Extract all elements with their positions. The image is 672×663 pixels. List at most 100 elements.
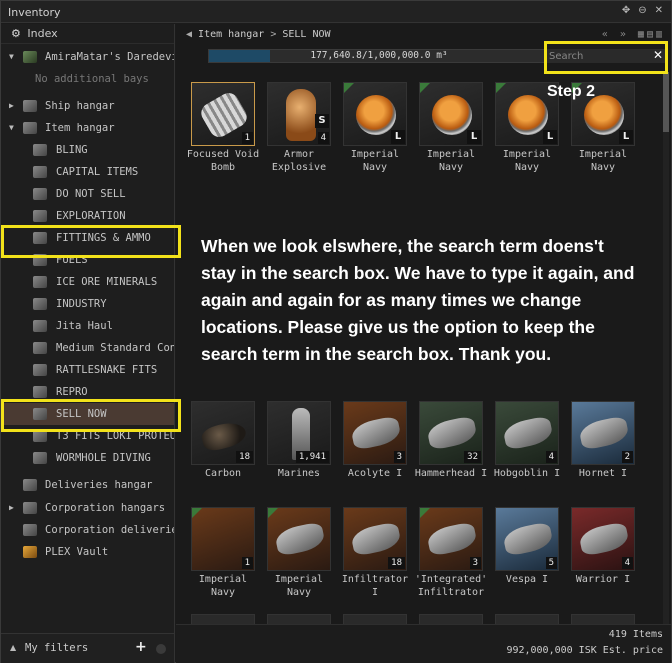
item-name: Armor Explosive xyxy=(271,149,327,173)
inventory-item[interactable]: 1,941 Marines xyxy=(267,401,333,480)
sidebar-folder-item[interactable]: BLING xyxy=(1,139,174,161)
item-icon[interactable]: 4 xyxy=(495,401,559,465)
sidebar-item-corporation-deliveries[interactable]: Corporation deliveries xyxy=(1,519,174,541)
add-filter-icon[interactable]: + xyxy=(135,639,147,655)
item-icon[interactable]: 1 xyxy=(191,507,255,571)
scrollbar[interactable] xyxy=(663,72,669,632)
expand-right-icon[interactable]: ▶ xyxy=(9,497,14,519)
item-icon[interactable]: 5 xyxy=(495,507,559,571)
item-art xyxy=(432,95,472,135)
sidebar-item-corporation-hangars[interactable]: ▶ Corporation hangars xyxy=(1,497,174,519)
item-icon[interactable]: 3 xyxy=(419,507,483,571)
folder-icon xyxy=(33,452,47,464)
sidebar-item-ship-hangar[interactable]: ▶ Ship hangar xyxy=(1,95,174,117)
item-icon[interactable] xyxy=(267,507,331,571)
partial-tile xyxy=(571,614,635,624)
item-art xyxy=(425,521,479,557)
sidebar-item-plex-vault[interactable]: PLEX Vault xyxy=(1,541,174,563)
item-tag-icon xyxy=(496,83,506,93)
item-tag-icon xyxy=(420,83,430,93)
item-name: Hornet I xyxy=(578,468,628,479)
sidebar-folder-item[interactable]: INDUSTRY xyxy=(1,293,174,315)
inventory-item[interactable]: 5 Vespa I xyxy=(495,507,561,586)
folder-label: Jita Haul xyxy=(56,320,113,332)
item-icon[interactable]: L xyxy=(343,82,407,146)
sidebar-folder-item[interactable]: Jita Haul xyxy=(1,315,174,337)
item-icon[interactable]: S4 xyxy=(267,82,331,146)
sidebar-item-deliveries-hangar[interactable]: Deliveries hangar xyxy=(1,474,174,496)
size-badge: L xyxy=(391,130,405,144)
sidebar-folder-item[interactable]: ICE ORE MINERALS xyxy=(1,271,174,293)
folder-label: DO NOT SELL xyxy=(56,188,126,200)
inventory-item[interactable]: 4 Hobgoblin I xyxy=(494,401,561,480)
item-icon[interactable]: 18 xyxy=(343,507,407,571)
scrollbar-thumb[interactable] xyxy=(663,72,669,132)
inventory-item[interactable]: L Imperial Navy xyxy=(343,82,409,174)
item-icon[interactable]: 18 xyxy=(191,401,255,465)
item-tag-icon xyxy=(420,508,430,518)
expand-down-icon[interactable]: ▼ xyxy=(9,117,14,139)
breadcrumb-root[interactable]: Item hangar xyxy=(198,29,264,40)
minimize-icon[interactable]: ⊖ xyxy=(638,5,646,16)
gear-icon[interactable]: ⚙ xyxy=(11,27,21,40)
ship-icon xyxy=(23,51,37,63)
item-quantity: 2 xyxy=(621,451,633,463)
item-tag-icon xyxy=(192,508,202,518)
inventory-item[interactable]: 1 Focused Void Bomb xyxy=(187,82,259,174)
item-quantity: 5 xyxy=(545,557,557,569)
capacity-text: 177,640.8/1,000,000.0 m³ xyxy=(310,50,448,61)
inventory-item[interactable]: 2 Hornet I xyxy=(571,401,637,480)
item-name: Imperial Navy xyxy=(198,574,248,598)
expand-up-icon[interactable]: ▲ xyxy=(10,643,16,652)
ship-entry[interactable]: ▼ AmiraMatar's Daredevil ( xyxy=(1,46,174,68)
folder-icon xyxy=(33,210,47,222)
index-header[interactable]: ⚙ Index xyxy=(1,24,174,44)
sidebar-folder-item[interactable]: DO NOT SELL xyxy=(1,183,174,205)
my-filters-label: My filters xyxy=(25,642,89,654)
folder-label: RATTLESNAKE FITS xyxy=(56,364,158,376)
sidebar-item-item-hangar[interactable]: ▼ Item hangar xyxy=(1,117,174,139)
folder-icon xyxy=(33,364,47,376)
highlight-search xyxy=(544,41,668,74)
inventory-item[interactable]: S 4 Armor Explosive xyxy=(267,82,333,174)
inventory-item[interactable]: 18 Infiltrator I xyxy=(342,507,409,599)
inventory-item[interactable]: 32 Hammerhead I xyxy=(415,401,487,480)
expand-down-icon[interactable]: ▼ xyxy=(9,46,14,68)
folder-icon xyxy=(33,342,47,354)
size-badge: L xyxy=(467,130,481,144)
item-icon[interactable]: 4 xyxy=(571,507,635,571)
item-art xyxy=(349,415,403,451)
sidebar-folder-item[interactable]: RATTLESNAKE FITS xyxy=(1,359,174,381)
inventory-item[interactable]: 1 Imperial Navy xyxy=(191,507,257,599)
inventory-item[interactable]: 18 Carbon xyxy=(191,401,257,480)
inventory-item[interactable]: 3 'Integrated' Infiltrator xyxy=(415,507,487,599)
item-icon[interactable]: 1,941 xyxy=(267,401,331,465)
item-quantity: 32 xyxy=(464,451,481,463)
sidebar-folder-item[interactable]: Medium Standard Conta xyxy=(1,337,174,359)
back-icon[interactable]: ◀ xyxy=(186,29,198,40)
expand-right-icon[interactable]: ▶ xyxy=(9,95,14,117)
item-quantity: 18 xyxy=(236,451,253,463)
sidebar-folder-item[interactable]: WORMHOLE DIVING xyxy=(1,447,174,469)
inventory-item[interactable]: L Imperial Navy xyxy=(419,82,485,174)
close-icon[interactable]: ✕ xyxy=(655,5,663,16)
item-icon[interactable]: 2 xyxy=(571,401,635,465)
inventory-item[interactable]: 3 Acolyte I xyxy=(343,401,409,480)
item-art xyxy=(577,415,631,451)
sidebar-folder-item[interactable]: CAPITAL ITEMS xyxy=(1,161,174,183)
filter-toggle-icon[interactable] xyxy=(156,644,166,654)
item-icon[interactable]: 3 xyxy=(343,401,407,465)
sidebar-folder-item[interactable]: EXPLORATION xyxy=(1,205,174,227)
item-quantity: 1 xyxy=(241,132,253,144)
move-icon[interactable]: ✥ xyxy=(622,5,630,16)
item-tag-icon xyxy=(344,83,354,93)
corporation-deliveries-icon xyxy=(23,524,37,536)
my-filters-bar[interactable]: ▲ My filters + xyxy=(1,633,175,663)
item-icon[interactable]: 1 xyxy=(191,82,255,146)
inventory-item[interactable]: Imperial Navy xyxy=(267,507,333,599)
inventory-item[interactable]: 4 Warrior I xyxy=(571,507,637,586)
folder-label: CAPITAL ITEMS xyxy=(56,166,139,178)
item-icon[interactable]: L xyxy=(419,82,483,146)
item-tag-icon xyxy=(268,508,278,518)
item-icon[interactable]: 32 xyxy=(419,401,483,465)
